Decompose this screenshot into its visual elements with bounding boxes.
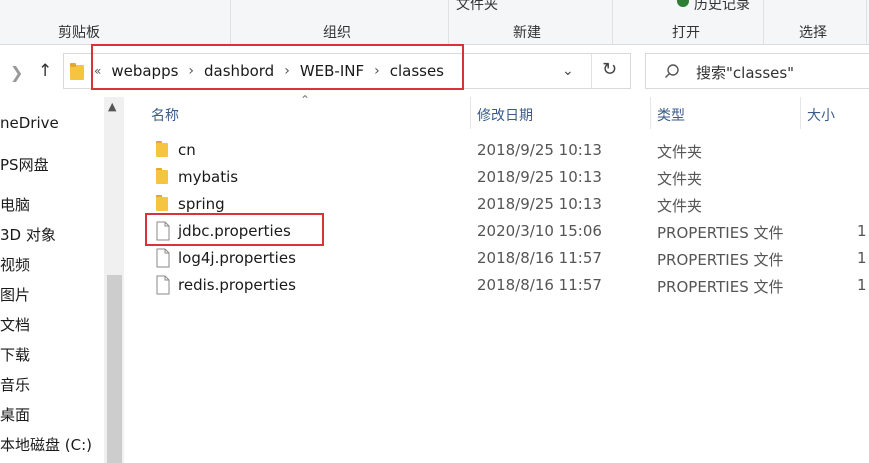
list-item[interactable]: mybatis 2018/9/25 10:13 文件夹 — [124, 164, 869, 191]
search-input[interactable]: 搜索"classes" — [645, 53, 869, 89]
address-row: ❯ ↑ « webapps › dashbord › WEB-INF › cla… — [0, 45, 869, 97]
sidebar-item-this-pc[interactable]: 电脑 — [0, 194, 30, 215]
folder-icon — [156, 168, 168, 184]
list-item[interactable]: redis.properties 2018/8/16 11:57 PROPERTIE… — [124, 272, 869, 299]
file-type: PROPERTIES 文件 — [657, 224, 784, 242]
ribbon-group-organize: 组织 — [323, 25, 351, 41]
scrollbar-thumb[interactable] — [107, 275, 122, 463]
sidebar-item-wps-drive[interactable]: PS网盘 — [0, 154, 49, 175]
breadcrumb: « webapps › dashbord › WEB-INF › classes — [94, 62, 444, 80]
column-header-size[interactable]: 大小 — [807, 105, 835, 137]
sidebar-item-music[interactable]: 音乐 — [0, 374, 30, 395]
column-divider[interactable] — [470, 97, 471, 129]
file-name: log4j.properties — [178, 249, 296, 267]
ribbon-divider — [763, 0, 764, 44]
folder-icon — [156, 141, 168, 157]
ribbon-group-new: 新建 — [513, 25, 541, 41]
search-placeholder: 搜索"classes" — [696, 64, 795, 82]
column-header-type[interactable]: 类型 — [657, 105, 685, 137]
search-icon — [665, 64, 679, 78]
file-name: mybatis — [178, 168, 239, 186]
file-date-modified: 2018/9/25 10:13 — [477, 141, 602, 159]
file-size: 1 — [857, 276, 867, 294]
column-divider[interactable] — [650, 97, 651, 129]
file-size: 1 — [857, 249, 867, 267]
list-item[interactable]: jdbc.properties 2020/3/10 15:06 PROPERTIES… — [124, 218, 869, 245]
ribbon-new-folder-partial[interactable]: 文件夹 — [456, 0, 498, 14]
ribbon-history-partial[interactable]: 历史记录 — [694, 0, 750, 14]
sidebar-item-pictures[interactable]: 图片 — [0, 284, 30, 305]
breadcrumb-webapps[interactable]: webapps — [111, 62, 178, 80]
file-name: cn — [178, 141, 196, 159]
breadcrumb-dashbord[interactable]: dashbord — [204, 62, 274, 80]
column-header-name[interactable]: 名称 — [151, 105, 179, 137]
ribbon-divider — [448, 0, 449, 44]
folder-icon — [156, 195, 168, 211]
ribbon-divider — [866, 0, 867, 44]
sidebar-item-videos[interactable]: 视频 — [0, 254, 30, 275]
sidebar-item-3d-objects[interactable]: 3D 对象 — [0, 224, 56, 245]
divider — [591, 54, 592, 88]
refresh-icon[interactable]: ↻ — [602, 59, 617, 80]
breadcrumb-web-inf[interactable]: WEB-INF — [300, 62, 364, 80]
file-type: 文件夹 — [657, 143, 703, 161]
file-icon — [156, 275, 170, 295]
file-size: 1 — [857, 222, 867, 240]
sidebar-item-local-disk-c[interactable]: 本地磁盘 (C:) — [0, 434, 92, 455]
chevron-right-icon[interactable]: › — [188, 63, 194, 79]
file-date-modified: 2018/8/16 11:57 — [477, 276, 602, 294]
file-name: redis.properties — [178, 276, 296, 294]
back-arrow-icon[interactable]: ❯ — [10, 63, 23, 82]
file-type: PROPERTIES 文件 — [657, 251, 784, 269]
file-icon — [156, 248, 170, 268]
ribbon-group-open: 打开 — [672, 25, 700, 41]
ribbon-divider — [612, 0, 613, 44]
file-type: PROPERTIES 文件 — [657, 278, 784, 296]
address-bar[interactable]: « webapps › dashbord › WEB-INF › classes… — [63, 53, 631, 89]
list-item[interactable]: log4j.properties 2018/8/16 11:57 PROPERTIE… — [124, 245, 869, 272]
chevron-down-icon[interactable]: ⌄ — [562, 63, 574, 79]
navigation-pane: neDrive PS网盘 电脑 3D 对象 视频 图片 文档 下载 音乐 桌面 … — [0, 97, 104, 463]
ribbon-divider — [230, 0, 231, 44]
scroll-up-arrow-icon[interactable]: ▲ — [108, 100, 116, 113]
chevron-right-icon[interactable]: › — [374, 63, 380, 79]
file-date-modified: 2018/8/16 11:57 — [477, 249, 602, 267]
ribbon-group-select: 选择 — [799, 25, 827, 41]
file-icon — [156, 221, 170, 241]
ribbon: 文件夹 历史记录 剪贴板 组织 新建 打开 选择 — [0, 0, 869, 45]
up-arrow-icon[interactable]: ↑ — [38, 61, 52, 81]
file-name: jdbc.properties — [178, 222, 291, 240]
file-type: 文件夹 — [657, 170, 703, 188]
file-list: ⌃ 名称 修改日期 类型 大小 cn 2018/9/25 10:13 文件夹 myba… — [124, 93, 869, 463]
sidebar-item-documents[interactable]: 文档 — [0, 314, 30, 335]
folder-icon — [70, 63, 84, 80]
breadcrumb-overflow-icon[interactable]: « — [94, 64, 101, 78]
ribbon-group-clipboard: 剪贴板 — [58, 25, 100, 41]
column-divider[interactable] — [800, 97, 801, 129]
sort-ascending-icon: ⌃ — [300, 93, 311, 107]
list-item[interactable]: spring 2018/9/25 10:13 文件夹 — [124, 191, 869, 218]
file-date-modified: 2018/9/25 10:13 — [477, 195, 602, 213]
column-header-date-modified[interactable]: 修改日期 — [477, 105, 533, 137]
file-date-modified: 2020/3/10 15:06 — [477, 222, 602, 240]
list-item[interactable]: cn 2018/9/25 10:13 文件夹 — [124, 137, 869, 164]
chevron-right-icon[interactable]: › — [284, 63, 290, 79]
history-icon — [677, 0, 689, 7]
sidebar-item-downloads[interactable]: 下载 — [0, 344, 30, 365]
sidebar-item-onedrive[interactable]: neDrive — [0, 114, 59, 132]
breadcrumb-classes[interactable]: classes — [390, 62, 444, 80]
file-name: spring — [178, 195, 225, 213]
file-type: 文件夹 — [657, 197, 703, 215]
sidebar-item-desktop[interactable]: 桌面 — [0, 404, 30, 425]
file-date-modified: 2018/9/25 10:13 — [477, 168, 602, 186]
